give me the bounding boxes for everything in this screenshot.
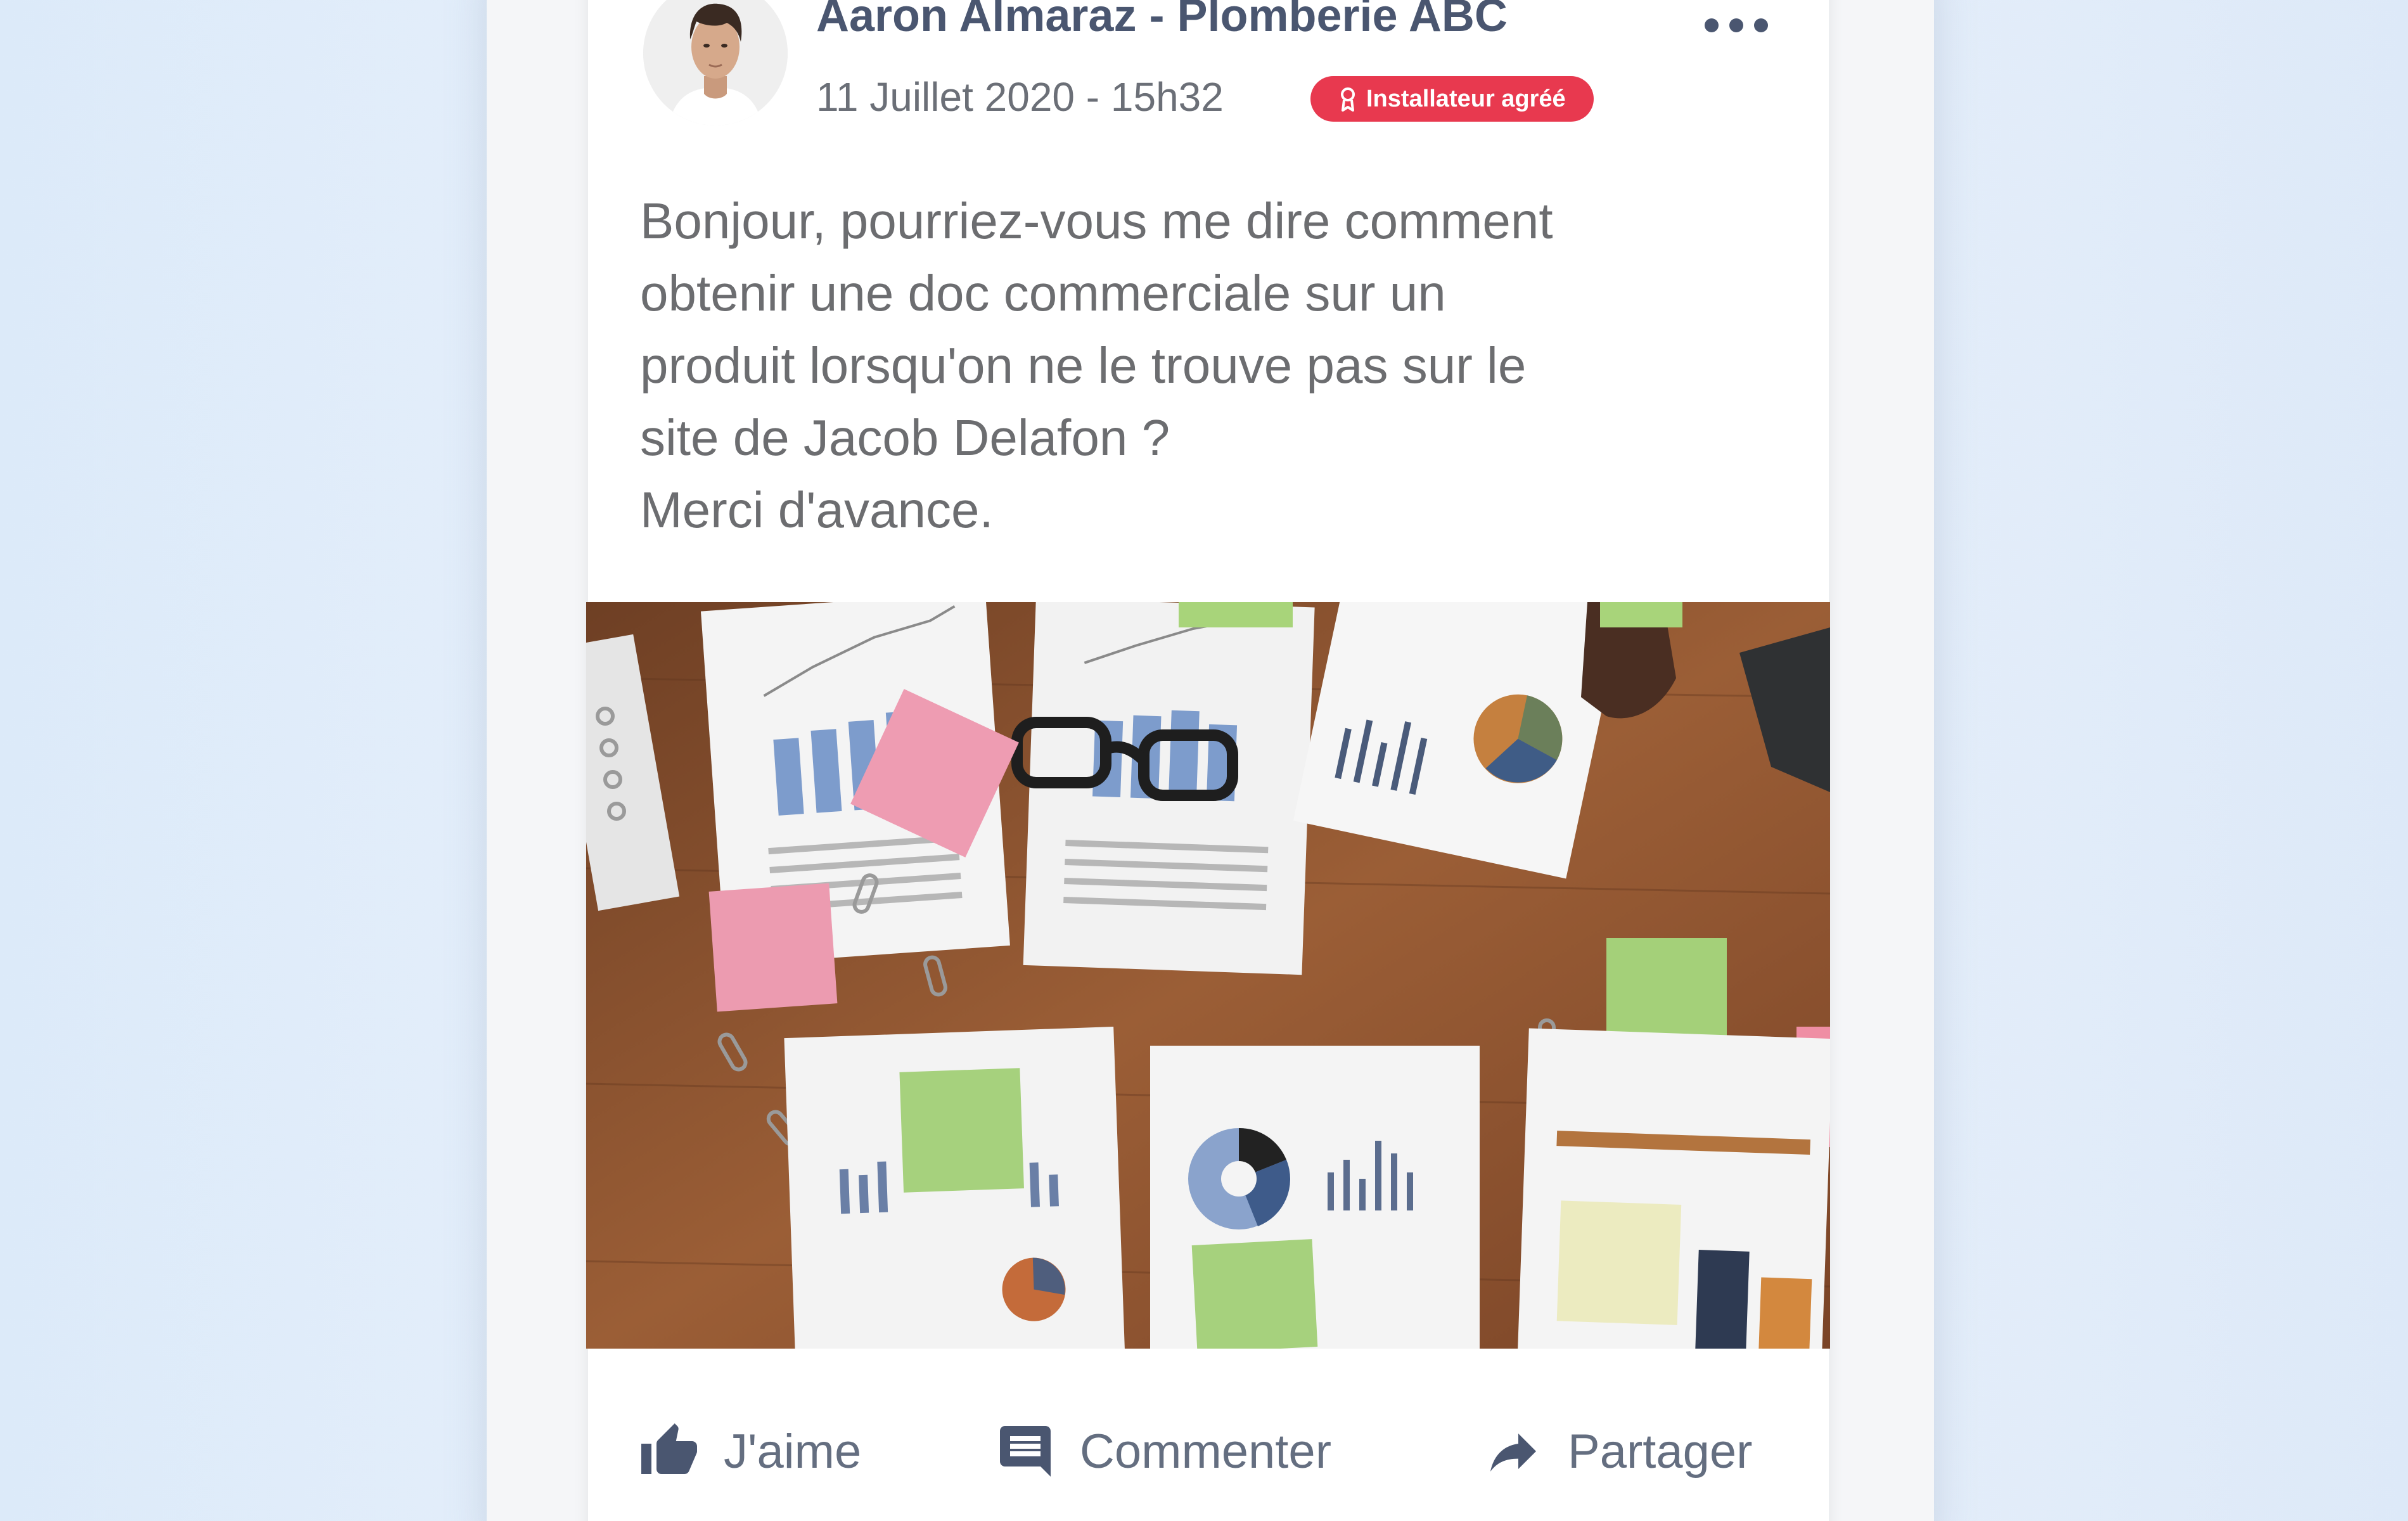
badge-label: Installateur agréé <box>1366 85 1566 112</box>
more-options-button[interactable] <box>1705 14 1768 37</box>
more-dot <box>1754 18 1768 32</box>
more-dot <box>1729 18 1743 32</box>
share-label: Partager <box>1568 1424 1753 1479</box>
post-image[interactable] <box>586 602 1830 1349</box>
post-body: Bonjour, pourriez-vous me dire comment o… <box>640 185 1781 546</box>
post-text-line: obtenir une doc commerciale sur un <box>640 265 1446 321</box>
thumbs-up-icon <box>641 1423 697 1474</box>
comment-button[interactable]: Commenter <box>995 1413 1331 1489</box>
certified-installer-badge: Installateur agréé <box>1310 76 1594 122</box>
post-text-line: produit lorsqu'on ne le trouve pas sur l… <box>640 337 1527 394</box>
desk-documents-photo <box>586 602 1830 1349</box>
share-button[interactable]: Partager <box>1483 1413 1753 1489</box>
award-ribbon-icon <box>1341 87 1355 112</box>
post-text-line: Bonjour, pourriez-vous me dire comment <box>640 193 1553 249</box>
post-text-line: Merci d'avance. <box>640 482 994 538</box>
post-text-line: site de Jacob Delafon ? <box>640 409 1170 466</box>
like-button[interactable]: J'aime <box>639 1413 861 1489</box>
post-timestamp: 11 Juillet 2020 - 15h32 <box>816 74 1224 120</box>
post-author-name[interactable]: Aaron Almaraz - Plomberie ABC <box>816 0 1508 41</box>
share-arrow-icon <box>1490 1434 1536 1472</box>
comment-label: Commenter <box>1080 1424 1331 1479</box>
comment-icon <box>1000 1426 1051 1477</box>
like-label: J'aime <box>724 1424 862 1479</box>
more-horizontal-icon <box>1705 18 1719 32</box>
